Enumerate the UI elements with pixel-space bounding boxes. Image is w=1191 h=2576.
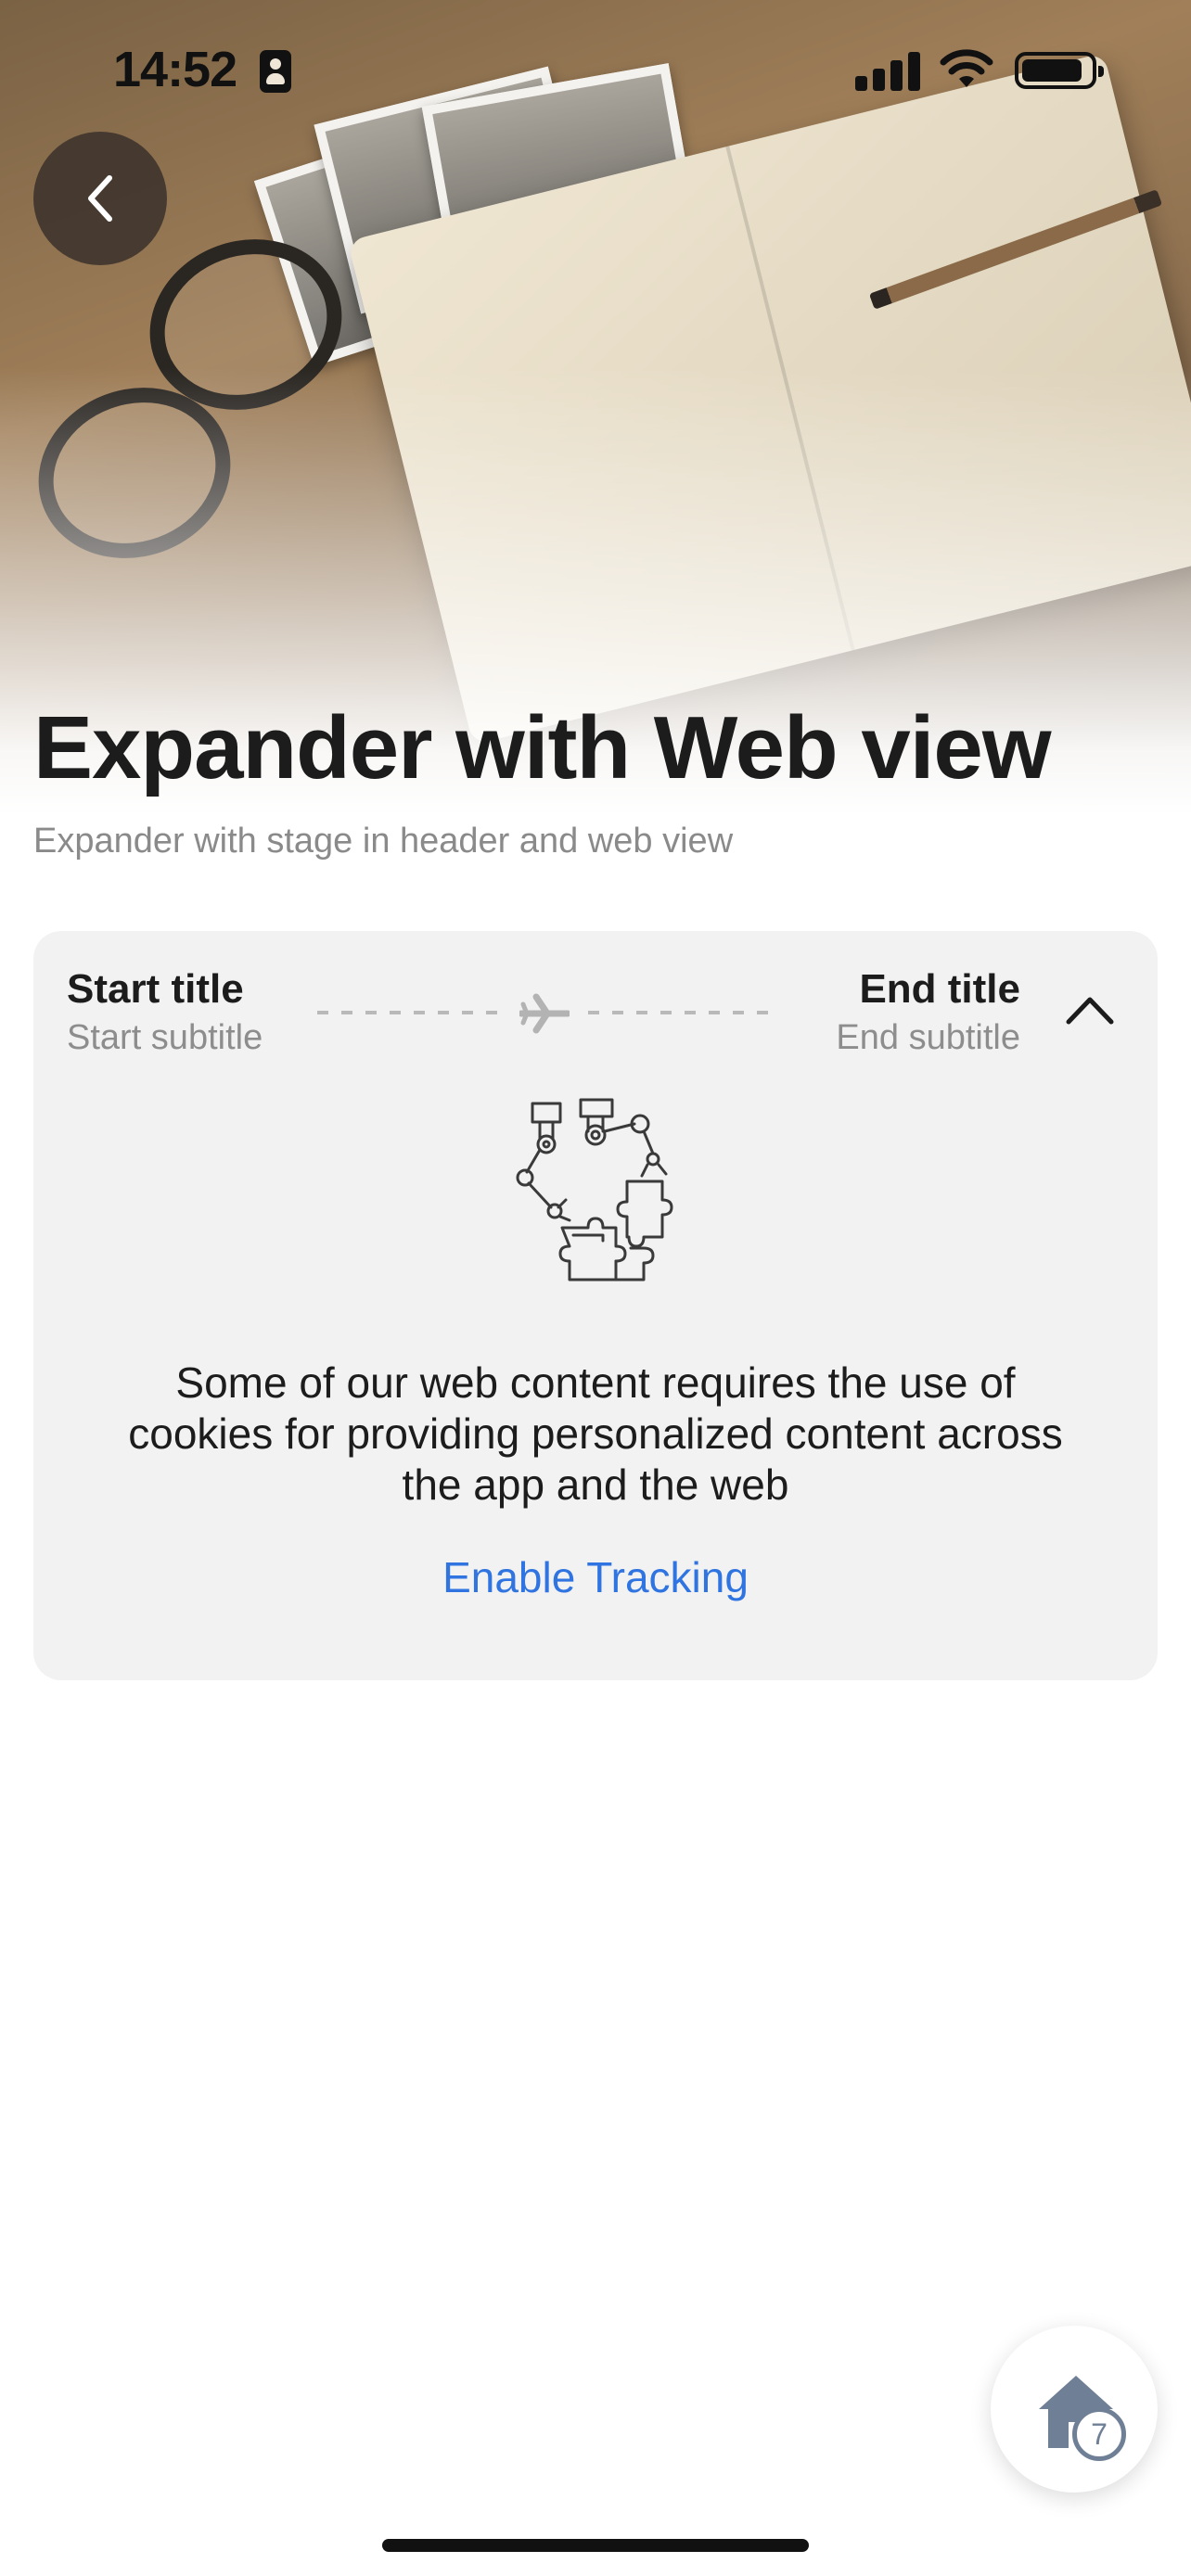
stage-end-subtitle: End subtitle xyxy=(836,1018,1020,1057)
expander-card: Start title Start subtitle End title End… xyxy=(33,931,1158,1680)
home-badge: 7 xyxy=(1072,2407,1126,2461)
signal-icon xyxy=(855,52,920,91)
page-title: Expander with Web view xyxy=(33,698,1051,797)
stage-dash-line xyxy=(588,1011,774,1014)
home-indicator xyxy=(382,2539,809,2552)
stage-start-subtitle: Start subtitle xyxy=(67,1018,263,1057)
home-button[interactable]: 7 xyxy=(991,2326,1158,2493)
stage-start-title: Start title xyxy=(67,966,244,1012)
enable-tracking-link[interactable]: Enable Tracking xyxy=(33,1552,1158,1602)
robot-puzzle-illustration xyxy=(516,1098,673,1282)
status-time: 14:52 xyxy=(113,42,237,97)
expander-header[interactable]: Start title Start subtitle End title End… xyxy=(33,931,1158,1079)
battery-icon xyxy=(1015,52,1104,89)
cookie-message: Some of our web content requires the use… xyxy=(128,1358,1063,1509)
stage-end-title: End title xyxy=(859,966,1020,1012)
airplane-icon xyxy=(519,993,570,1034)
status-bar: 14:52 xyxy=(0,0,1191,139)
chevron-up-icon[interactable] xyxy=(1063,988,1117,1033)
stage-dash-line xyxy=(317,1011,503,1014)
page-subtitle: Expander with stage in header and web vi… xyxy=(33,822,734,861)
back-button[interactable] xyxy=(33,132,167,265)
chevron-left-icon xyxy=(88,175,112,222)
id-card-icon xyxy=(260,50,291,93)
wifi-icon xyxy=(940,49,993,87)
